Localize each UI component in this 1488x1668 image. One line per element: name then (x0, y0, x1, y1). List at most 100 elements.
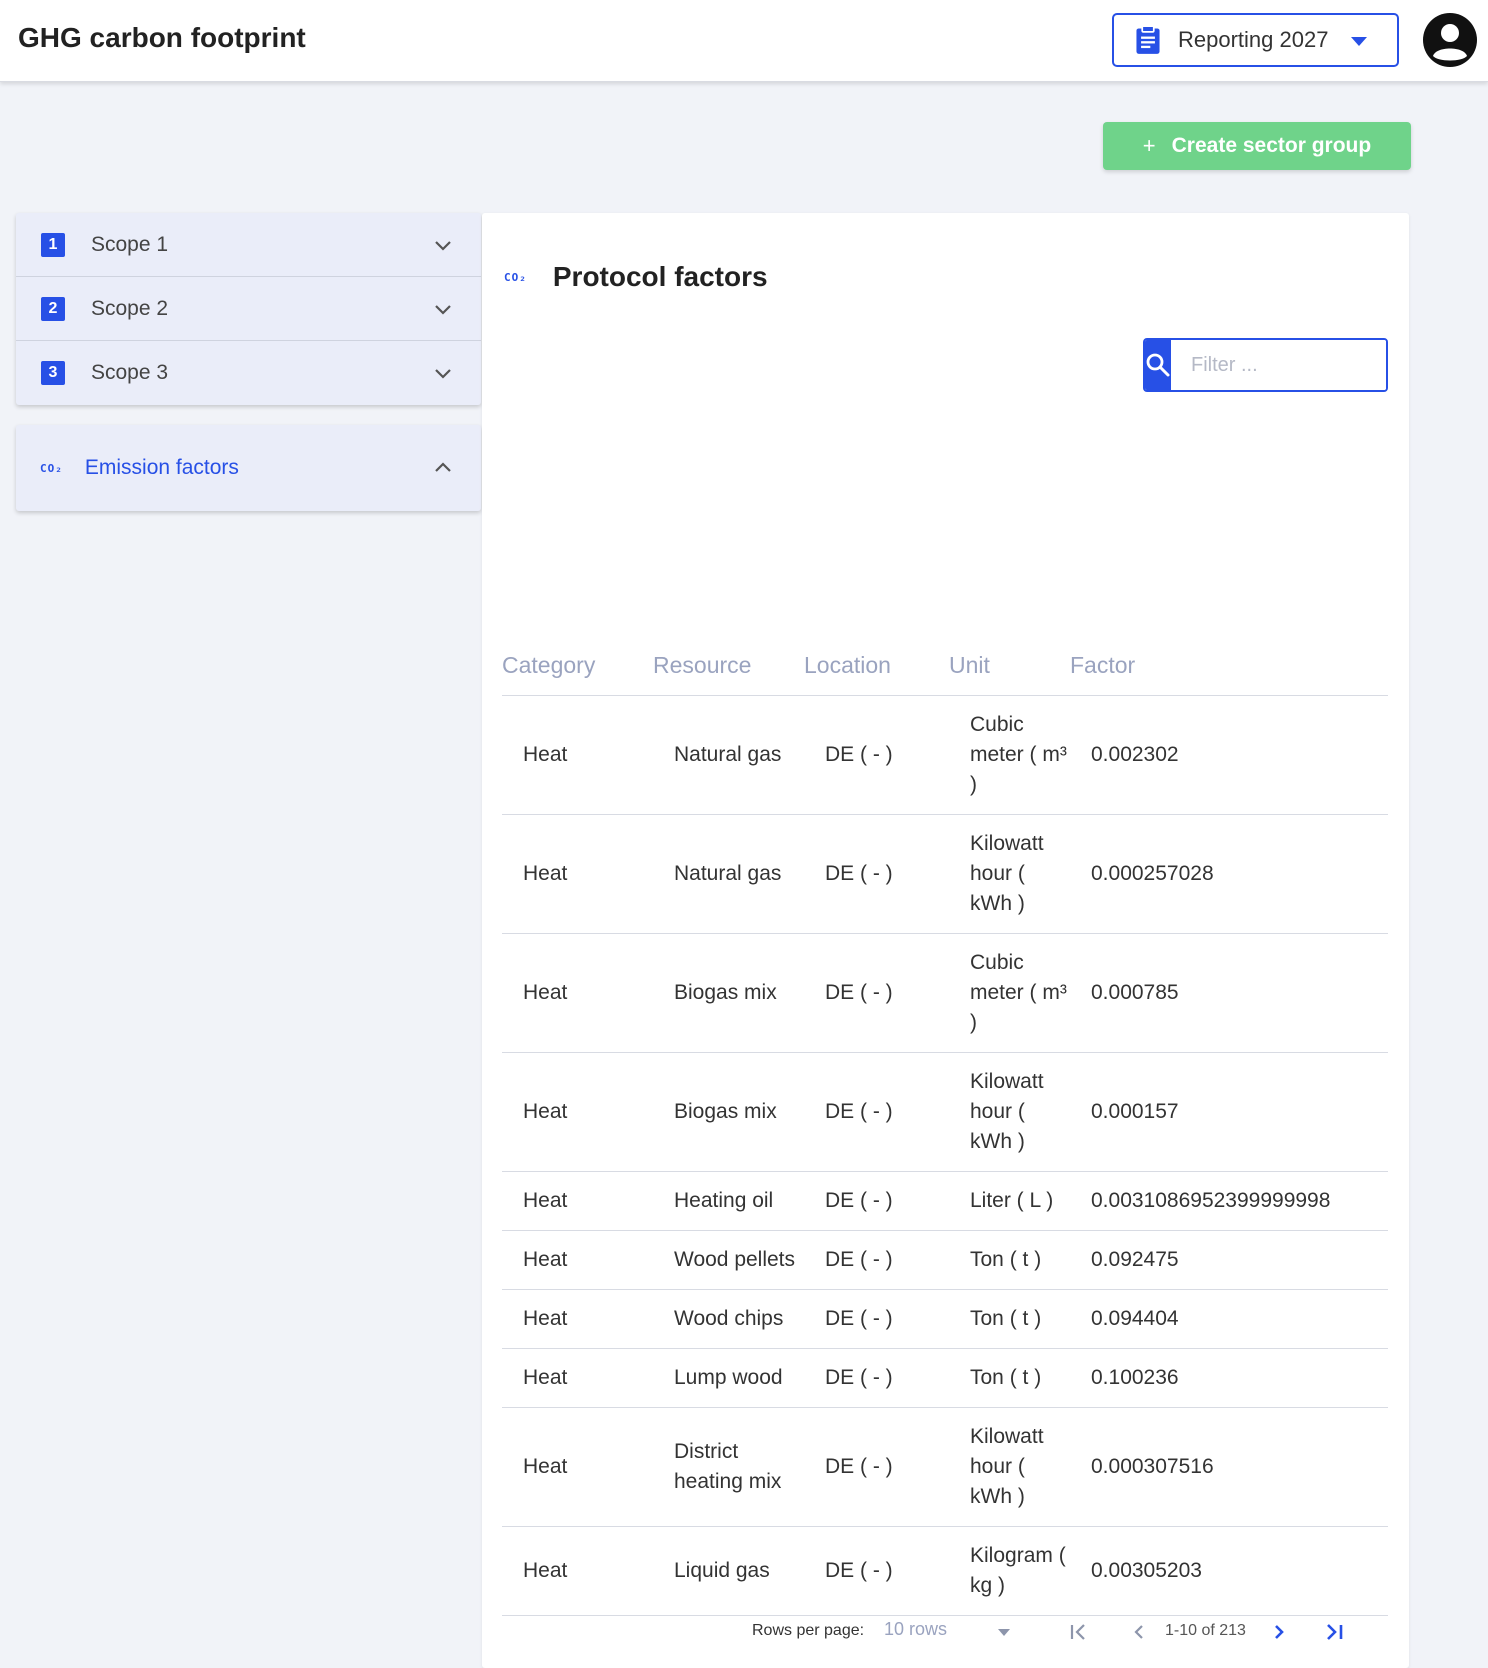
number-1-icon: 1 (41, 232, 65, 257)
unit-cell: Kilowatt hour ( kWh ) (949, 1407, 1070, 1527)
caret-down-icon (1351, 37, 1367, 46)
location-cell: DE ( - ) (804, 933, 949, 1053)
table-row[interactable]: Heat District heating mix DE ( - ) Kilow… (502, 1407, 1388, 1527)
category-cell: Heat (502, 1171, 653, 1231)
previous-page-icon[interactable] (1127, 1620, 1151, 1644)
resource-cell: Lump wood (653, 1348, 804, 1408)
location-cell: DE ( - ) (804, 1230, 949, 1290)
table-row[interactable]: Heat Wood pellets DE ( - ) Ton ( t ) 0.0… (502, 1230, 1388, 1290)
resource-cell: Biogas mix (653, 1052, 804, 1172)
sidebar-item-label: Emission factors (84, 456, 239, 479)
column-header-unit[interactable]: Unit (949, 640, 1070, 696)
unit-cell: Kilogram ( kg ) (949, 1526, 1070, 1616)
page-title: Protocol factors (552, 261, 768, 292)
sidebar-item-label: Scope 2 (91, 296, 169, 320)
top-bar: GHG carbon footprint Reporting 2027 (0, 0, 1488, 82)
sidebar-item-label: Scope 1 (91, 232, 169, 256)
factor-cell: 0.000157 (1070, 1052, 1388, 1172)
location-cell: DE ( - ) (804, 1407, 949, 1527)
unit-cell: Liter ( L ) (949, 1171, 1070, 1231)
category-cell: Heat (502, 1407, 653, 1527)
caret-down-icon[interactable] (998, 1629, 1010, 1636)
create-sector-group-label: Create sector group (1171, 134, 1372, 157)
column-header-location[interactable]: Location (804, 640, 949, 696)
column-header-factor[interactable]: Factor (1070, 640, 1388, 696)
factor-cell: 0.000307516 (1070, 1407, 1388, 1527)
table-row[interactable]: Heat Wood chips DE ( - ) Ton ( t ) 0.094… (502, 1289, 1388, 1349)
location-cell: DE ( - ) (804, 695, 949, 815)
chevron-up-icon (435, 462, 451, 472)
factor-cell: 0.094404 (1070, 1289, 1388, 1349)
pagination: Rows per page: 10 rows 1-10 of 213 (502, 1606, 1388, 1656)
unit-cell: Ton ( t ) (949, 1289, 1070, 1349)
app-title: GHG carbon footprint (18, 22, 306, 53)
search-icon (1146, 353, 1170, 377)
chevron-down-icon (435, 369, 451, 379)
resource-cell: Natural gas (653, 814, 804, 934)
sidebar-item-scope-2[interactable]: 2 Scope 2 (16, 277, 481, 341)
resource-cell: Heating oil (653, 1171, 804, 1231)
resource-cell: District heating mix (653, 1407, 804, 1527)
resource-cell: Biogas mix (653, 933, 804, 1053)
factor-cell: 0.000785 (1070, 933, 1388, 1053)
resource-cell: Liquid gas (653, 1526, 804, 1616)
table-row[interactable]: Heat Natural gas DE ( - ) Cubic meter ( … (502, 695, 1388, 815)
unit-cell: Ton ( t ) (949, 1230, 1070, 1290)
category-cell: Heat (502, 695, 653, 815)
filter-input[interactable] (1171, 340, 1386, 390)
resource-cell: Wood chips (653, 1289, 804, 1349)
category-cell: Heat (502, 1526, 653, 1616)
resource-cell: Wood pellets (653, 1230, 804, 1290)
sidebar-item-scope-1[interactable]: 1 Scope 1 (16, 213, 481, 277)
factor-cell: 0.092475 (1070, 1230, 1388, 1290)
next-page-icon[interactable] (1267, 1620, 1291, 1644)
card-header: CO₂ Protocol factors (504, 261, 768, 293)
column-header-category[interactable]: Category (502, 640, 653, 696)
sidebar-item-emission-factors[interactable]: CO₂ Emission factors (16, 425, 481, 511)
protocol-factors-card: CO₂ Protocol factors Category Resource L… (482, 213, 1409, 1668)
table-row[interactable]: Heat Liquid gas DE ( - ) Kilogram ( kg )… (502, 1526, 1388, 1616)
table-header-row: Category Resource Location Unit Factor (502, 640, 1388, 696)
user-avatar-icon[interactable] (1422, 12, 1478, 68)
table-row[interactable]: Heat Heating oil DE ( - ) Liter ( L ) 0.… (502, 1171, 1388, 1231)
category-cell: Heat (502, 1348, 653, 1408)
number-3-icon: 3 (41, 361, 65, 385)
plus-icon: + (1142, 133, 1156, 158)
location-cell: DE ( - ) (804, 1348, 949, 1408)
scope-list: 1 Scope 1 2 Scope 2 3 Scope 3 (16, 213, 481, 405)
table-row[interactable]: Heat Biogas mix DE ( - ) Kilowatt hour (… (502, 1052, 1388, 1172)
filter-box (1143, 338, 1388, 392)
category-cell: Heat (502, 1230, 653, 1290)
clipboard-icon (1136, 25, 1160, 54)
unit-cell: Ton ( t ) (949, 1348, 1070, 1408)
category-cell: Heat (502, 1289, 653, 1349)
reporting-period-select[interactable]: Reporting 2027 (1112, 13, 1399, 67)
factor-cell: 0.0031086952399999998 (1070, 1171, 1388, 1231)
chevron-down-icon (435, 241, 451, 251)
table-row[interactable]: Heat Natural gas DE ( - ) Kilowatt hour … (502, 814, 1388, 934)
factor-cell: 0.002302 (1070, 695, 1388, 815)
unit-cell: Kilowatt hour ( kWh ) (949, 1052, 1070, 1172)
unit-cell: Cubic meter ( m³ ) (949, 933, 1070, 1053)
number-2-icon: 2 (41, 296, 65, 321)
table-row[interactable]: Heat Biogas mix DE ( - ) Cubic meter ( m… (502, 933, 1388, 1053)
location-cell: DE ( - ) (804, 1171, 949, 1231)
location-cell: DE ( - ) (804, 1526, 949, 1616)
location-cell: DE ( - ) (804, 1289, 949, 1349)
rows-per-page-label: Rows per page: (752, 1622, 865, 1639)
unit-cell: Kilowatt hour ( kWh ) (949, 814, 1070, 934)
factor-cell: 0.00305203 (1070, 1526, 1388, 1616)
first-page-icon[interactable] (1067, 1620, 1091, 1644)
factor-cell: 0.100236 (1070, 1348, 1388, 1408)
table-row[interactable]: Heat Lump wood DE ( - ) Ton ( t ) 0.1002… (502, 1348, 1388, 1408)
search-button[interactable] (1145, 340, 1171, 390)
category-cell: Heat (502, 1052, 653, 1172)
co2-icon: CO₂ (504, 270, 527, 284)
create-sector-group-button[interactable]: + Create sector group (1103, 122, 1411, 170)
page-range: 1-10 of 213 (1165, 1622, 1246, 1639)
last-page-icon[interactable] (1322, 1620, 1346, 1644)
sidebar-item-scope-3[interactable]: 3 Scope 3 (16, 341, 481, 405)
rows-per-page-select[interactable]: 10 rows (884, 1619, 947, 1640)
sidebar-item-label: Scope 3 (91, 361, 169, 384)
column-header-resource[interactable]: Resource (653, 640, 804, 696)
